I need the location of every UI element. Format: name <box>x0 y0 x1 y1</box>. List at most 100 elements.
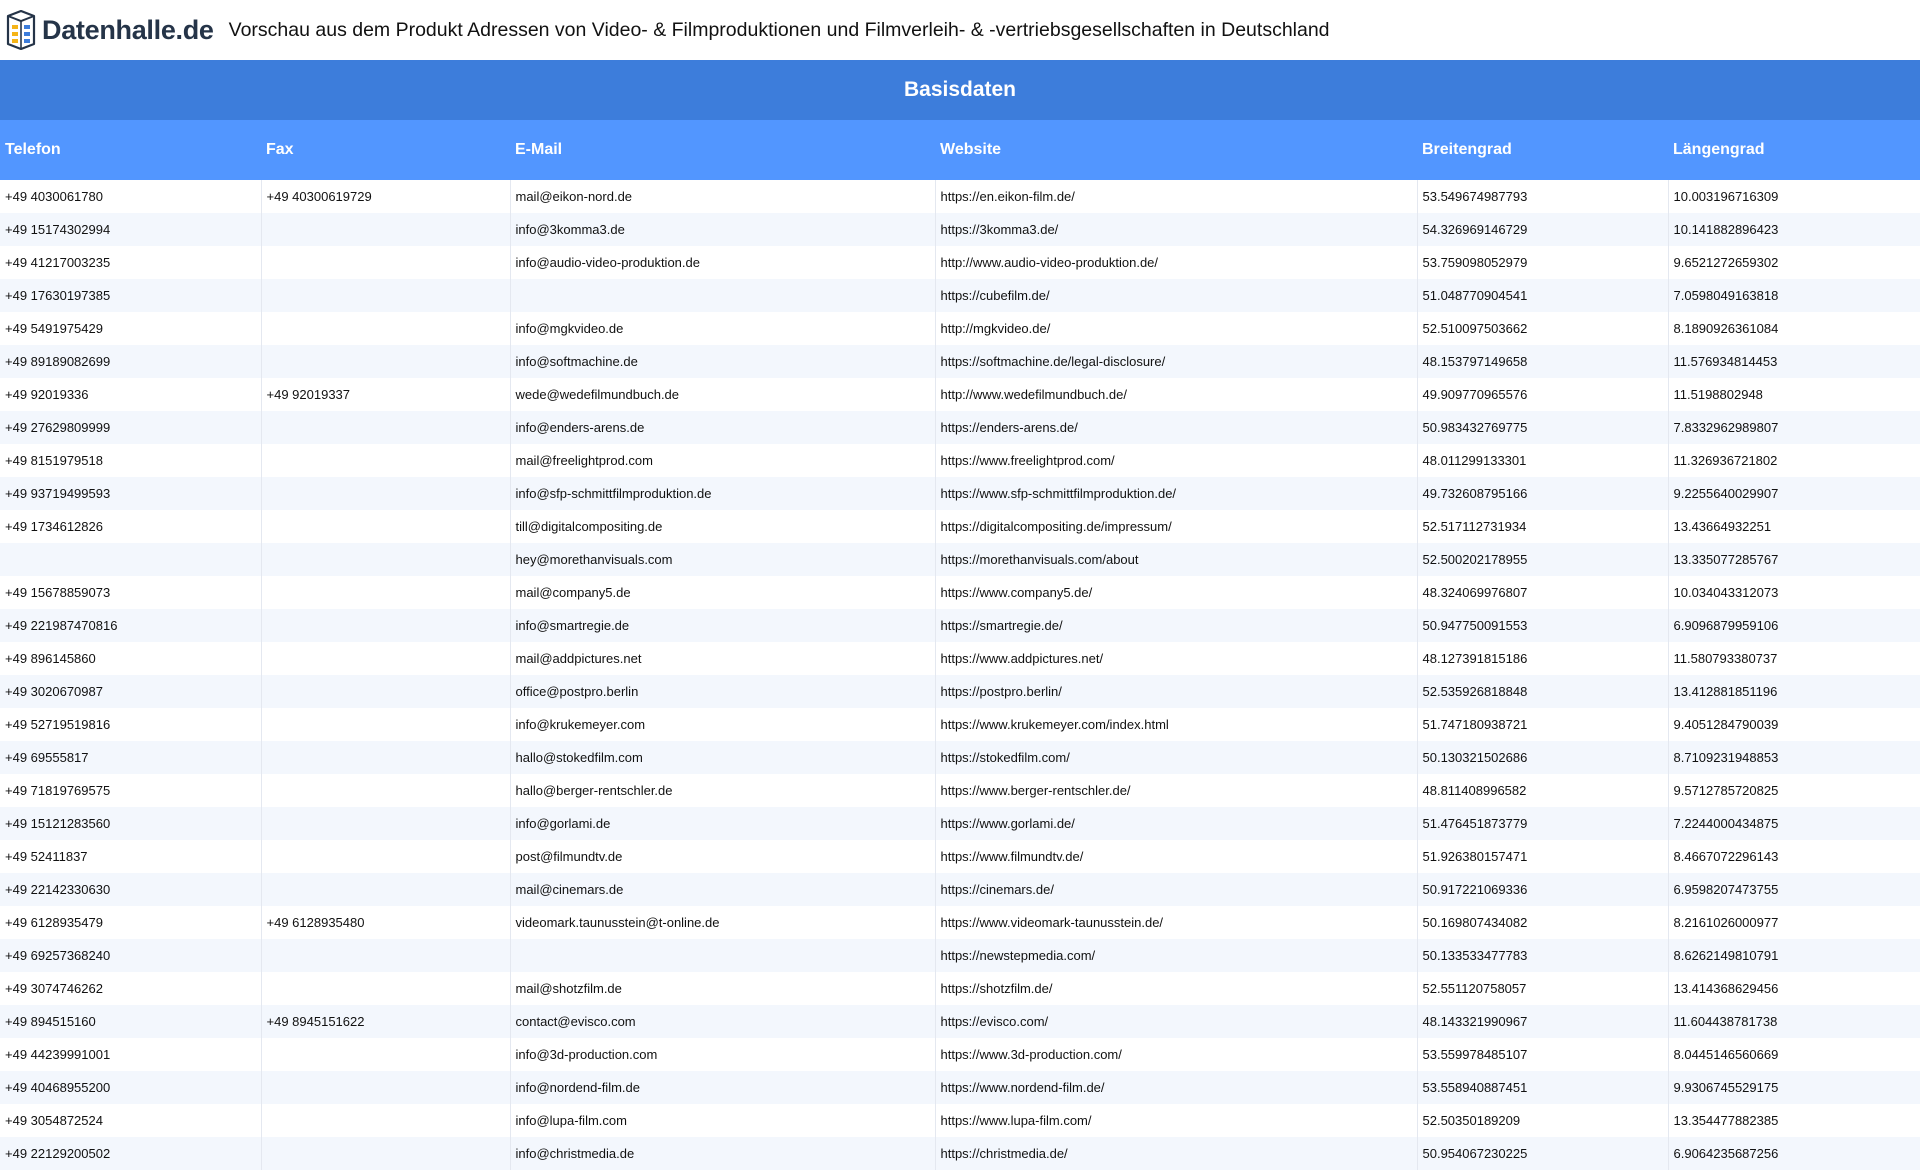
cell-email: hallo@berger-rentschler.de <box>510 774 936 807</box>
cell-email: mail@shotzfilm.de <box>510 972 936 1005</box>
cell-telefon: +49 4030061780 <box>0 180 262 213</box>
table-row: +49 27629809999 info@enders-arens.de https… <box>0 411 1920 444</box>
cell-fax <box>261 543 511 576</box>
table-row: +49 40468955200 info@nordend-film.de https… <box>0 1071 1920 1104</box>
cell-laengengrad: 6.9598207473755 <box>1668 873 1920 906</box>
cell-telefon: +49 41217003235 <box>0 246 262 279</box>
cell-telefon: +49 8151979518 <box>0 444 262 477</box>
cell-telefon: +49 896145860 <box>0 642 262 675</box>
cell-laengengrad: 11.580793380737 <box>1668 642 1920 675</box>
cell-laengengrad: 13.414368629456 <box>1668 972 1920 1005</box>
cell-email: videomark.taunusstein@t-online.de <box>510 906 936 939</box>
cell-breitengrad: 51.747180938721 <box>1417 708 1669 741</box>
cell-fax: +49 40300619729 <box>261 180 511 213</box>
cell-breitengrad: 50.917221069336 <box>1417 873 1669 906</box>
cell-telefon: +49 15678859073 <box>0 576 262 609</box>
column-header-email[interactable]: E-Mail <box>510 120 935 180</box>
cell-telefon: +49 71819769575 <box>0 774 262 807</box>
cell-telefon: +49 52411837 <box>0 840 262 873</box>
cell-laengengrad: 9.2255640029907 <box>1668 477 1920 510</box>
cell-breitengrad: 48.324069976807 <box>1417 576 1669 609</box>
cell-breitengrad: 49.909770965576 <box>1417 378 1669 411</box>
cell-laengengrad: 8.4667072296143 <box>1668 840 1920 873</box>
column-header-website[interactable]: Website <box>935 120 1417 180</box>
cell-email: wede@wedefilmundbuch.de <box>510 378 936 411</box>
column-header-laengengrad[interactable]: Längengrad <box>1668 120 1920 180</box>
content-area[interactable]: Datenhalle.de Vorschau aus dem Produkt A… <box>0 0 1920 1170</box>
table-row: +49 221987470816 info@smartregie.de https:… <box>0 609 1920 642</box>
cell-fax <box>261 312 511 345</box>
cell-telefon: +49 69257368240 <box>0 939 262 972</box>
cell-laengengrad: 11.576934814453 <box>1668 345 1920 378</box>
cell-website: https://en.eikon-film.de/ <box>935 180 1418 213</box>
cell-telefon: +49 22129200502 <box>0 1137 262 1170</box>
cell-breitengrad: 52.551120758057 <box>1417 972 1669 1005</box>
cell-website: https://www.berger-rentschler.de/ <box>935 774 1418 807</box>
cell-email: mail@cinemars.de <box>510 873 936 906</box>
cell-laengengrad: 7.8332962989807 <box>1668 411 1920 444</box>
cell-telefon: +49 17630197385 <box>0 279 262 312</box>
column-header-telefon[interactable]: Telefon <box>0 120 261 180</box>
cell-breitengrad: 51.476451873779 <box>1417 807 1669 840</box>
column-header-breitengrad[interactable]: Breitengrad <box>1417 120 1668 180</box>
cell-email: info@mgkvideo.de <box>510 312 936 345</box>
cell-email: info@audio-video-produktion.de <box>510 246 936 279</box>
cell-laengengrad: 8.6262149810791 <box>1668 939 1920 972</box>
cell-breitengrad: 49.732608795166 <box>1417 477 1669 510</box>
logo[interactable]: Datenhalle.de <box>4 0 214 60</box>
cell-fax <box>261 444 511 477</box>
cell-fax <box>261 411 511 444</box>
cell-laengengrad: 8.0445146560669 <box>1668 1038 1920 1071</box>
cell-breitengrad: 52.500202178955 <box>1417 543 1669 576</box>
cell-laengengrad: 10.003196716309 <box>1668 180 1920 213</box>
cell-website: http://www.wedefilmundbuch.de/ <box>935 378 1418 411</box>
cell-website: https://www.gorlami.de/ <box>935 807 1418 840</box>
table-row: +49 15174302994 info@3komma3.de https://3k… <box>0 213 1920 246</box>
cell-breitengrad: 53.759098052979 <box>1417 246 1669 279</box>
cell-email: info@3d-production.com <box>510 1038 936 1071</box>
cell-fax <box>261 1071 511 1104</box>
cell-breitengrad: 53.559978485107 <box>1417 1038 1669 1071</box>
cell-breitengrad: 50.983432769775 <box>1417 411 1669 444</box>
cell-telefon: +49 15121283560 <box>0 807 262 840</box>
table-header-row: Telefon Fax E-Mail Website Breitengrad L… <box>0 120 1920 180</box>
cell-laengengrad: 9.5712785720825 <box>1668 774 1920 807</box>
cell-telefon: +49 27629809999 <box>0 411 262 444</box>
cell-fax: +49 6128935480 <box>261 906 511 939</box>
cell-fax <box>261 675 511 708</box>
column-header-fax[interactable]: Fax <box>261 120 510 180</box>
cell-fax: +49 8945151622 <box>261 1005 511 1038</box>
page-title: Vorschau aus dem Produkt Adressen von Vi… <box>228 18 1330 41</box>
cell-email: mail@company5.de <box>510 576 936 609</box>
section-title: Basisdaten <box>903 78 1017 101</box>
cell-website: https://postpro.berlin/ <box>935 675 1418 708</box>
cell-website: https://evisco.com/ <box>935 1005 1418 1038</box>
cell-telefon: +49 3074746262 <box>0 972 262 1005</box>
table-row: +49 6128935479 +49 6128935480 videomark.ta… <box>0 906 1920 939</box>
cell-website: https://www.nordend-film.de/ <box>935 1071 1418 1104</box>
cell-breitengrad: 51.926380157471 <box>1417 840 1669 873</box>
cell-laengengrad: 13.412881851196 <box>1668 675 1920 708</box>
table-row: +49 69555817 hallo@stokedfilm.com https://… <box>0 741 1920 774</box>
cell-fax <box>261 1137 511 1170</box>
cell-email <box>510 279 936 312</box>
cell-email: hey@morethanvisuals.com <box>510 543 936 576</box>
cell-fax <box>261 873 511 906</box>
table-row: +49 22142330630 mail@cinemars.de https://c… <box>0 873 1920 906</box>
cell-laengengrad: 6.9064235687256 <box>1668 1137 1920 1170</box>
cell-telefon: +49 89189082699 <box>0 345 262 378</box>
cell-laengengrad: 9.6521272659302 <box>1668 246 1920 279</box>
table-row: +49 69257368240 https://newstepmedia.com/… <box>0 939 1920 972</box>
cell-breitengrad: 52.517112731934 <box>1417 510 1669 543</box>
cell-fax <box>261 609 511 642</box>
cell-website: https://www.sfp-schmittfilmproduktion.de… <box>935 477 1418 510</box>
cell-fax <box>261 213 511 246</box>
logo-text: Datenhalle.de <box>42 14 214 45</box>
cell-fax <box>261 279 511 312</box>
table-row: +49 71819769575 hallo@berger-rentschler.d… <box>0 774 1920 807</box>
database-icon <box>4 9 38 51</box>
cell-website: https://newstepmedia.com/ <box>935 939 1418 972</box>
table-row: +49 89189082699 info@softmachine.de https:… <box>0 345 1920 378</box>
cell-fax <box>261 972 511 1005</box>
cell-website: https://cinemars.de/ <box>935 873 1418 906</box>
